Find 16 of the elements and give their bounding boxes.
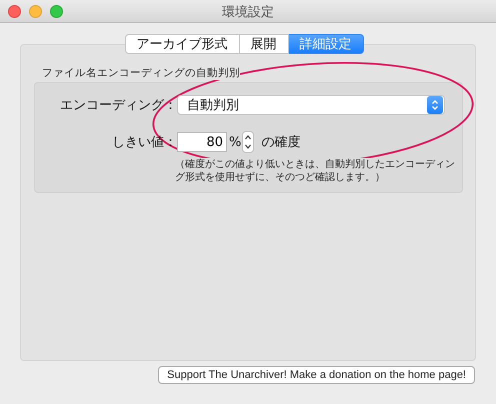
tab[interactable]: アーカイブ形式: [124, 34, 240, 54]
encoding-popup[interactable]: 自動判別: [177, 95, 445, 115]
threshold-field[interactable]: 80: [177, 132, 227, 152]
donate-button[interactable]: Support The Unarchiver! Make a donation on the home page!: [158, 366, 475, 384]
confidence-label: の確度: [261, 134, 300, 151]
chevron-updown-icon: [427, 96, 443, 114]
encoding-label: エンコーディング：: [59, 97, 177, 114]
group-title: ファイル名エンコーディングの自動判別: [42, 66, 240, 80]
minimize-button[interactable]: [29, 4, 42, 18]
zoom-button[interactable]: [50, 4, 63, 18]
tab[interactable]: 展開: [240, 34, 288, 54]
threshold-label: しきい値：: [111, 134, 177, 151]
close-button[interactable]: [8, 4, 21, 18]
percent-unit: %: [229, 134, 242, 150]
stepper[interactable]: [242, 131, 254, 153]
window-title: 環境設定: [221, 4, 275, 21]
